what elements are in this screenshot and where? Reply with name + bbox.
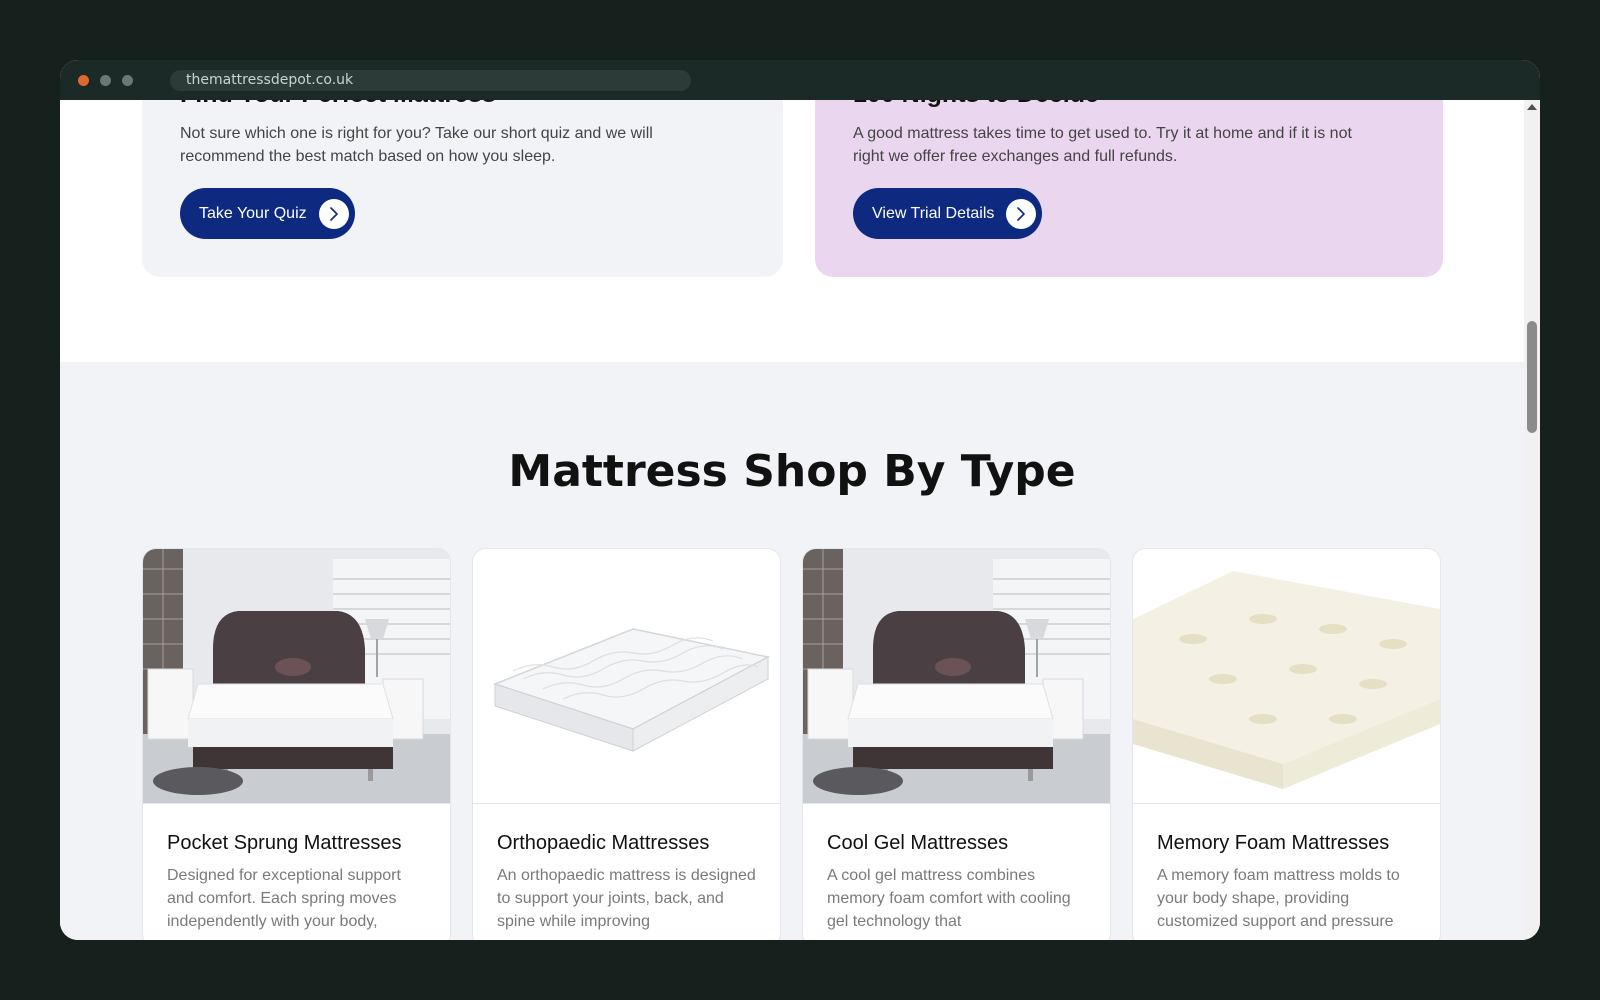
vertical-scrollbar[interactable] — [1524, 100, 1540, 940]
section-title: Mattress Shop By Type — [508, 446, 1076, 497]
product-title[interactable]: Orthopaedic Mattresses — [497, 832, 709, 855]
product-title[interactable]: Pocket Sprung Mattresses — [167, 832, 402, 855]
take-quiz-button[interactable]: Take Your Quiz — [180, 188, 355, 239]
product-image — [1133, 549, 1440, 804]
button-label: Take Your Quiz — [199, 204, 307, 222]
promo-title: 100 Nights to Decide — [853, 100, 1099, 109]
browser-toolbar: themattressdepot.co.uk — [60, 60, 1540, 100]
quiz-promo-card: Find Your Perfect Mattress Not sure whic… — [142, 100, 783, 277]
product-image — [143, 549, 450, 804]
promo-title: Find Your Perfect Mattress — [180, 100, 496, 109]
chevron-right-icon — [1006, 198, 1037, 229]
scrollbar-thumb[interactable] — [1527, 321, 1537, 433]
trial-promo-card: 100 Nights to Decide A good mattress tak… — [815, 100, 1443, 277]
maximize-window-button[interactable] — [122, 75, 133, 86]
address-bar[interactable]: themattressdepot.co.uk — [170, 70, 691, 91]
page-viewport: Find Your Perfect Mattress Not sure whic… — [60, 100, 1524, 940]
arrow-up-icon[interactable] — [1527, 104, 1537, 110]
product-description: An orthopaedic mattress is designed to s… — [497, 867, 756, 930]
browser-window: themattressdepot.co.uk Find Your Perfect… — [60, 60, 1540, 940]
product-title[interactable]: Memory Foam Mattresses — [1157, 832, 1389, 855]
product-image — [803, 549, 1110, 804]
product-description: Designed for exceptional support and com… — [167, 867, 401, 930]
shop-by-type-section: Mattress Shop By Type Pocket Sprung Matt… — [60, 362, 1524, 940]
product-card-orthopaedic[interactable]: Orthopaedic Mattresses An orthopaedic ma… — [472, 548, 781, 940]
button-label: View Trial Details — [872, 204, 995, 222]
close-window-button[interactable] — [78, 75, 89, 86]
product-card-pocket-sprung[interactable]: Pocket Sprung Mattresses Designed for ex… — [142, 548, 451, 940]
chevron-right-icon — [318, 198, 349, 229]
promo-text: Not sure which one is right for you? Tak… — [180, 125, 653, 165]
product-card-cool-gel[interactable]: Cool Gel Mattresses A cool gel mattress … — [802, 548, 1111, 940]
product-title[interactable]: Cool Gel Mattresses — [827, 832, 1008, 855]
minimize-window-button[interactable] — [100, 75, 111, 86]
view-trial-details-button[interactable]: View Trial Details — [853, 188, 1043, 239]
product-description: A memory foam mattress molds to your bod… — [1157, 867, 1400, 930]
product-image — [473, 549, 780, 804]
promo-text: A good mattress takes time to get used t… — [853, 125, 1352, 165]
product-card-memory-foam[interactable]: Memory Foam Mattresses A memory foam mat… — [1132, 548, 1441, 940]
product-description: A cool gel mattress combines memory foam… — [827, 867, 1071, 930]
